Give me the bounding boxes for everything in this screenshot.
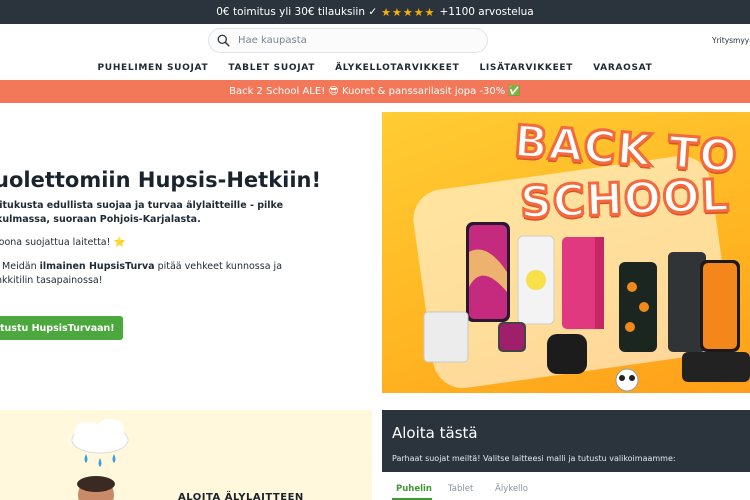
tab-phone[interactable]: Puhelin [396, 484, 432, 494]
search-input[interactable] [238, 35, 468, 46]
start-here-title: Aloita tästä [392, 424, 478, 442]
nav-item-phone-cases[interactable]: PUHELIMEN SUOJAT [88, 58, 219, 80]
business-sales-link[interactable]: Yritysmyyn [712, 36, 750, 45]
site-header: Yritysmyyn [0, 24, 750, 58]
device-tabs [382, 472, 750, 500]
hero-hupsisturva-text-line-2: nkkitilin tasapainossa! [0, 275, 103, 286]
main-nav: PUHELIMEN SUOJAT TABLET SUOJAT ÄLYKELLOT… [0, 58, 750, 80]
announcement-bar: 0€ toimitus yli 30€ tilauksiin ✓ ★★★★★ +… [0, 0, 750, 24]
nav-item-accessories[interactable]: LISÄTARVIKKEET [469, 58, 583, 80]
nav-item-tablet-cases[interactable]: TABLET SUOJAT [218, 58, 325, 80]
hupsisturva-cta-button[interactable]: tustu HupsisTurvaan! [0, 316, 123, 340]
hero-protected-count: joona suojattua laitetta! ⭐ [0, 237, 126, 248]
search-icon [217, 34, 230, 47]
product-collage-image [423, 222, 750, 392]
search-bar[interactable] [208, 28, 488, 53]
promo-text: Back 2 School ALE! 😎 Kuoret & panssarila… [229, 86, 521, 97]
hero-title: uolettomiin Hupsis-Hetkiin! [0, 168, 322, 192]
hero-text-bold: ilmainen HupsisTurva [39, 261, 155, 272]
nav-item-smartwatch-accessories[interactable]: ÄLYKELLOTARVIKKEET [325, 58, 469, 80]
hero-text-part: . Meidän [0, 261, 40, 272]
start-here-subtitle: Parhaat suojat meiltä! Valitse laitteesi… [392, 454, 676, 463]
nav-item-spare-parts[interactable]: VARAOSAT [583, 58, 662, 80]
cloud-rain-icon [71, 419, 129, 500]
device-start-card[interactable]: ALOITA ÄLYLAITTEEN [0, 410, 372, 500]
card-left-heading: ALOITA ÄLYLAITTEEN [178, 492, 304, 500]
shipping-text: 0€ toimitus yli 30€ tilauksiin ✓ [216, 6, 378, 18]
tab-smartwatch[interactable]: Älykello [495, 484, 528, 494]
hero-text-part: pitää vehkeet kunnossa ja [154, 261, 283, 272]
hero-text-section: uolettomiin Hupsis-Hetkiin! litukusta ed… [0, 103, 380, 403]
promo-banner[interactable]: Back 2 School ALE! 😎 Kuoret & panssarila… [0, 80, 750, 103]
reviews-text: +1100 arvostelua [439, 6, 534, 18]
back-to-school-banner[interactable]: BACK TO SCHOOL [382, 112, 750, 393]
hero-paragraph-line-2: kulmassa, suoraan Pohjois-Karjalasta. [0, 214, 201, 225]
tab-tablet[interactable]: Tablet [448, 484, 473, 494]
rating-stars-icon: ★★★★★ [381, 5, 436, 19]
